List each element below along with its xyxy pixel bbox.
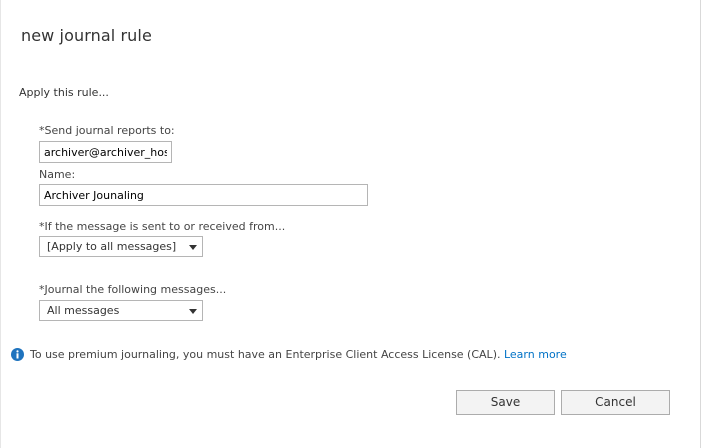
save-button[interactable]: Save — [456, 390, 555, 415]
dialog-title: new journal rule — [21, 26, 152, 45]
premium-info-text-wrap: To use premium journaling, you must have… — [30, 348, 567, 362]
dialog-frame: new journal rule Apply this rule... *Sen… — [0, 0, 701, 448]
chevron-down-icon — [189, 309, 197, 314]
section-heading: Apply this rule... — [19, 86, 109, 99]
cancel-button[interactable]: Cancel — [561, 390, 670, 415]
send-reports-label: *Send journal reports to: — [39, 124, 175, 137]
chevron-down-icon — [189, 245, 197, 250]
scope-selected-value: [Apply to all messages] — [47, 240, 177, 253]
journal-dropdown[interactable]: All messages — [39, 300, 203, 321]
name-input[interactable] — [39, 184, 368, 206]
send-reports-input[interactable] — [39, 141, 172, 163]
scope-label: *If the message is sent to or received f… — [39, 220, 286, 233]
journal-selected-value: All messages — [47, 304, 120, 317]
name-label: Name: — [39, 168, 76, 181]
scope-dropdown[interactable]: [Apply to all messages] — [39, 236, 203, 257]
learn-more-link[interactable]: Learn more — [504, 348, 567, 361]
premium-info-text: To use premium journaling, you must have… — [30, 348, 501, 361]
info-icon — [11, 348, 24, 361]
journal-label: *Journal the following messages... — [39, 283, 227, 296]
